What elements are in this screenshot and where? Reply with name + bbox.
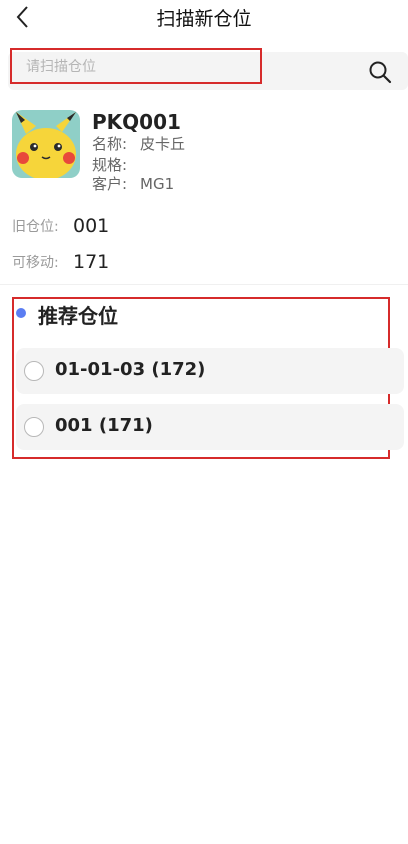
customer-value: MG1 xyxy=(140,175,175,193)
spec-label: 规格: xyxy=(92,156,128,174)
movable-label: 可移动: xyxy=(12,255,59,271)
location-option[interactable]: 001 (171) xyxy=(16,404,404,450)
divider xyxy=(0,284,408,285)
search-input[interactable] xyxy=(10,48,262,84)
page-title: 扫描新仓位 xyxy=(156,8,252,30)
location-option[interactable]: 01-01-03 (172) xyxy=(16,348,404,394)
name-value: 皮卡丘 xyxy=(140,135,186,153)
search-bar xyxy=(8,48,408,90)
movable-row: 可移动: 171 xyxy=(12,248,109,276)
product-card: PKQ001 名称: 皮卡丘 规格: 客户: MG1 xyxy=(12,110,402,193)
old-location-label: 旧仓位: xyxy=(12,219,59,235)
nav-bar: 扫描新仓位 xyxy=(0,0,408,36)
recommend-title: 推荐仓位 xyxy=(38,304,118,328)
product-spec-row: 规格: xyxy=(92,154,140,175)
name-label: 名称: xyxy=(92,135,128,153)
search-icon[interactable] xyxy=(368,60,392,84)
old-location-value: 001 xyxy=(73,215,110,237)
product-code: PKQ001 xyxy=(92,110,181,134)
movable-value: 171 xyxy=(73,251,110,273)
section-dot-icon xyxy=(16,308,26,318)
product-name-row: 名称: 皮卡丘 xyxy=(92,133,185,154)
radio-icon[interactable] xyxy=(24,361,44,381)
product-customer-row: 客户: MG1 xyxy=(92,173,174,194)
radio-icon[interactable] xyxy=(24,417,44,437)
old-location-row: 旧仓位: 001 xyxy=(12,212,109,240)
location-option-label: 001 (171) xyxy=(55,415,153,436)
product-thumbnail xyxy=(12,110,80,178)
location-option-label: 01-01-03 (172) xyxy=(55,359,206,380)
customer-label: 客户: xyxy=(92,175,128,193)
